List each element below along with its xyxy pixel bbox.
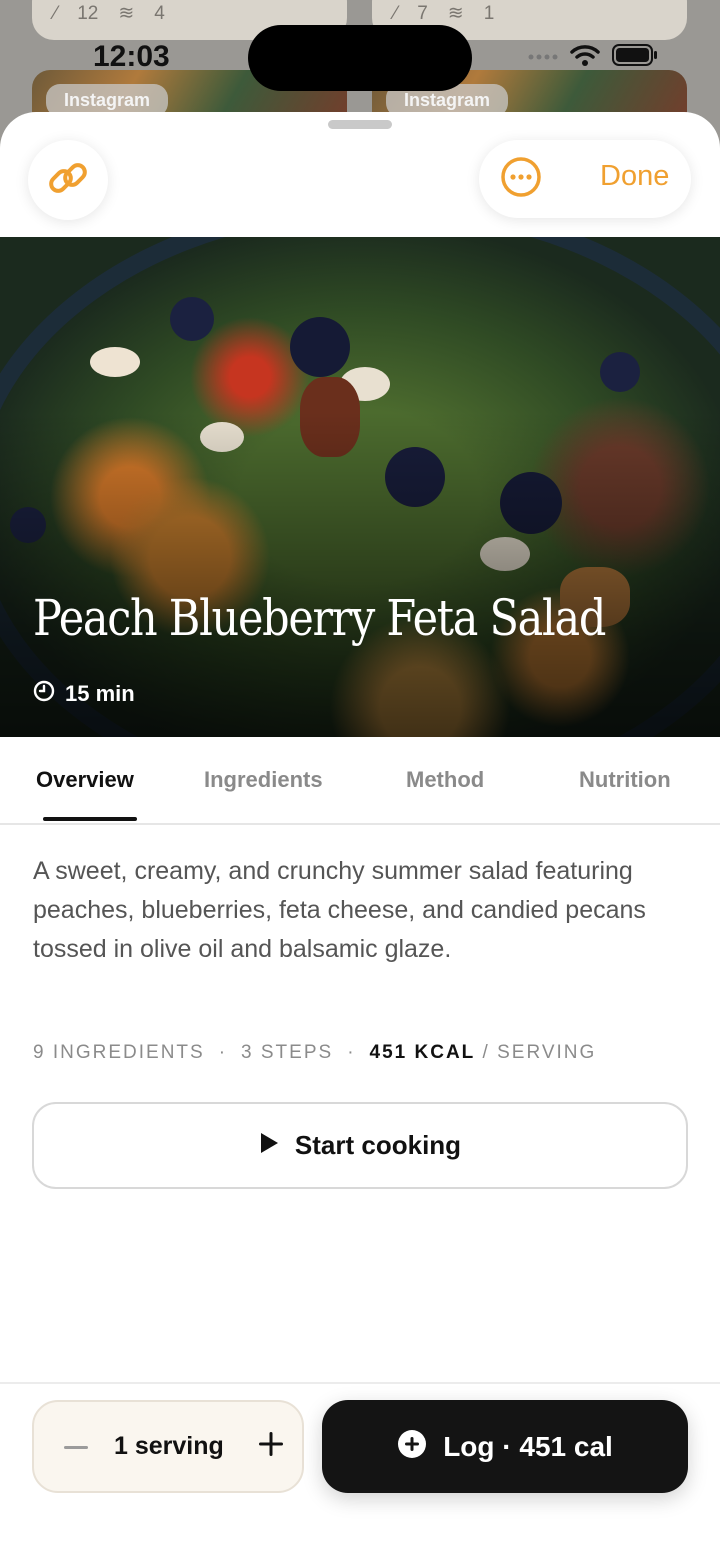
plus-circle-icon	[397, 1429, 427, 1464]
more-button[interactable]	[499, 155, 543, 204]
start-cooking-label: Start cooking	[294, 1130, 462, 1160]
log-button[interactable]: Log · 451 cal	[322, 1400, 688, 1493]
tab-ingredients[interactable]: Ingredients	[204, 767, 323, 793]
recipe-description: A sweet, creamy, and crunchy summer sala…	[33, 857, 646, 963]
link-button[interactable]	[28, 140, 108, 220]
sheet-grabber[interactable]	[328, 120, 392, 129]
link-icon	[46, 156, 90, 205]
tab-nutrition[interactable]: Nutrition	[579, 767, 671, 793]
per-serving-label: / SERVING	[482, 1042, 597, 1063]
tab-method[interactable]: Method	[406, 767, 484, 793]
recipe-title: Peach Blueberry Feta Salad	[33, 589, 606, 647]
more-icon	[499, 155, 543, 204]
kcal-count: 451 KCAL	[369, 1042, 476, 1063]
bottom-divider	[0, 1382, 720, 1384]
play-icon	[259, 1132, 279, 1159]
status-bar: 12:03	[0, 0, 720, 91]
recipe-tabs: Overview Ingredients Method Nutrition	[0, 737, 720, 825]
recipe-sheet: Done Peach Blueberry Feta Salad 15 min O…	[0, 112, 720, 1565]
decrease-serving-button[interactable]	[54, 1424, 98, 1468]
prep-time-label: 15 min	[65, 681, 135, 706]
done-button[interactable]: Done	[600, 160, 669, 193]
steps-count: 3 STEPS	[241, 1042, 334, 1063]
signal-icon	[528, 49, 558, 67]
recipe-hero-image: Peach Blueberry Feta Salad 15 min	[0, 237, 720, 737]
minus-icon	[64, 1437, 88, 1455]
serving-stepper: 1 serving	[32, 1400, 304, 1493]
battery-icon	[612, 44, 658, 71]
start-cooking-button[interactable]: Start cooking	[32, 1102, 688, 1189]
increase-serving-button[interactable]	[249, 1424, 293, 1468]
status-time: 12:03	[93, 40, 170, 73]
active-tab-indicator	[43, 817, 137, 821]
tab-overview[interactable]: Overview	[36, 767, 134, 793]
ingredients-count: 9 INGREDIENTS	[33, 1042, 205, 1063]
recipe-summary: 9 INGREDIENTS · 3 STEPS · 451 KCAL / SERVING	[33, 1042, 597, 1063]
clock-icon	[33, 680, 55, 708]
serving-count: 1 serving	[114, 1432, 224, 1460]
dynamic-island	[248, 25, 472, 91]
prep-time: 15 min	[33, 680, 135, 708]
header-actions: Done	[479, 140, 691, 218]
wifi-icon	[570, 44, 600, 71]
log-label: Log · 451 cal	[443, 1430, 613, 1462]
plus-icon	[259, 1431, 283, 1461]
